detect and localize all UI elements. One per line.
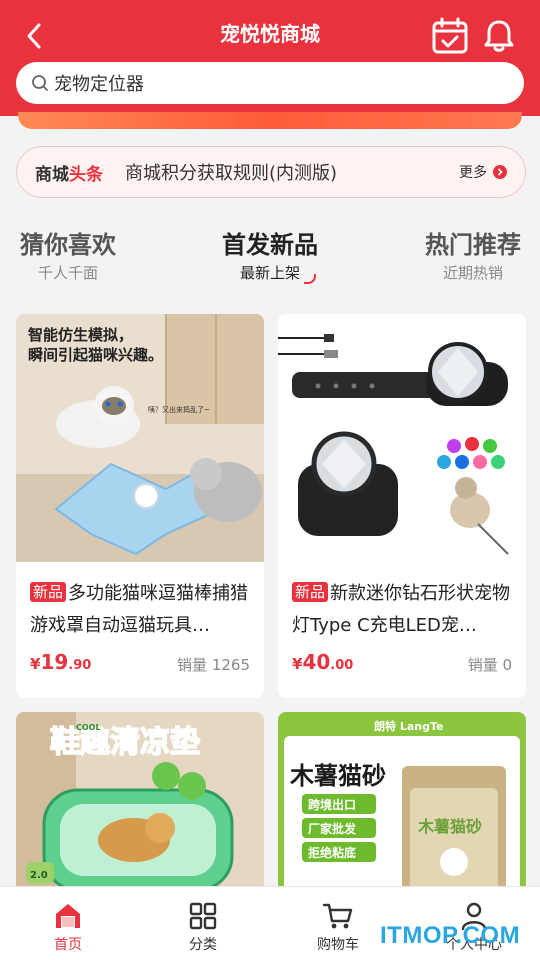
product-title[interactable]: 新品 新款迷你钻石形状宠物灯Type C充电LED宠… xyxy=(292,578,516,642)
notification-button[interactable] xyxy=(482,18,516,54)
image-title: 木薯猫砂 xyxy=(289,762,386,790)
tab-title: 首发新品 xyxy=(222,231,318,259)
sales-count: 销量 1265 xyxy=(177,656,250,674)
more-label: 更多 xyxy=(459,165,487,181)
image-brand: 朗特 LangTe xyxy=(374,719,443,733)
tab-hot-recommend[interactable]: 热门推荐 近期热销 xyxy=(420,228,526,284)
price-decimal: .00 xyxy=(330,658,354,673)
watermark: ITMOP.COM xyxy=(380,922,521,949)
product-card[interactable]: 鞋趣清凉垫 COOL 2.0 xyxy=(16,712,264,892)
product-title[interactable]: 新品 多功能猫咪逗猫棒捕猎游戏罩自动逗猫玩具… xyxy=(30,578,254,642)
checkin-calendar-button[interactable] xyxy=(430,16,470,56)
image-caption-1: 智能仿生模拟， xyxy=(28,326,133,344)
product-card[interactable]: 朗特 LangTe 木薯猫砂 跨境出口 厂家批发 拒绝粘底 木薯猫砂 xyxy=(278,712,526,892)
image-caption-3: 咦？又出来捣乱了~ xyxy=(148,405,210,414)
calendar-check-icon xyxy=(432,17,468,54)
nav-label: 分类 xyxy=(189,937,217,953)
image-caption-2: 瞬间引起猫咪兴趣。 xyxy=(28,346,163,364)
news-logo-part2: 头条 xyxy=(69,164,103,185)
nav-label: 首页 xyxy=(54,937,82,953)
home-icon xyxy=(56,904,80,928)
news-logo-part1: 商城 xyxy=(35,164,69,185)
new-badge: 新品 xyxy=(292,582,329,602)
search-icon xyxy=(32,75,48,91)
price-integer: 19 xyxy=(40,650,69,674)
image-caption-1: 鞋趣清凉垫 xyxy=(50,725,200,760)
image-point: 跨境出口 xyxy=(308,797,356,812)
price-decimal: .90 xyxy=(68,658,92,673)
product-image-cat-litter: 朗特 LangTe 木薯猫砂 跨境出口 厂家批发 拒绝粘底 木薯猫砂 xyxy=(278,712,526,892)
cart-icon xyxy=(322,903,353,929)
price-integer: 40 xyxy=(302,650,331,674)
product-image-pet-light xyxy=(278,314,526,562)
tab-title: 猜你喜欢 xyxy=(20,231,116,259)
image-point: 拒绝粘底 xyxy=(308,845,356,860)
image-caption-3: 2.0 xyxy=(30,870,48,881)
news-logo: 商城 头条 xyxy=(35,160,103,185)
news-headline[interactable]: 商城积分获取规则(内测版) xyxy=(125,159,337,185)
product-image-cooling-mat: 鞋趣清凉垫 COOL 2.0 xyxy=(16,712,264,892)
image-bag-label: 木薯猫砂 xyxy=(417,817,482,836)
product-image-cat-toy: 智能仿生模拟， 瞬间引起猫咪兴趣。 咦？又出来捣乱了~ xyxy=(16,314,264,562)
sales-count: 销量 0 xyxy=(467,656,512,674)
tab-subtitle: 千人千面 xyxy=(37,264,98,282)
search-input[interactable]: 宠物定位器 xyxy=(54,70,144,96)
nav-home[interactable]: 首页 xyxy=(28,887,108,955)
image-point: 厂家批发 xyxy=(308,821,357,836)
product-price: ¥40.00 xyxy=(292,650,353,674)
product-card[interactable]: 智能仿生模拟， 瞬间引起猫咪兴趣。 咦？又出来捣乱了~ 新品 多功能猫咪逗猫棒捕猎… xyxy=(16,314,264,698)
news-ticker[interactable]: 商城 头条 商城积分获取规则(内测版) 更多 xyxy=(16,146,526,198)
price-symbol: ¥ xyxy=(292,655,303,673)
nav-cart[interactable]: 购物车 xyxy=(298,887,378,955)
tab-guess-you-like[interactable]: 猜你喜欢 千人千面 xyxy=(16,228,120,284)
new-badge: 新品 xyxy=(30,582,67,602)
image-caption-2: COOL xyxy=(76,723,101,732)
more-link[interactable]: 更多 xyxy=(459,162,507,182)
app-header: 宠悦悦商城 宠物定位器 xyxy=(0,0,540,116)
bell-icon xyxy=(484,20,514,52)
search-bar[interactable]: 宠物定位器 xyxy=(16,62,524,104)
tab-title: 热门推荐 xyxy=(425,231,521,259)
nav-category[interactable]: 分类 xyxy=(163,887,243,955)
chevron-right-icon xyxy=(493,165,507,179)
tab-subtitle: 近期热销 xyxy=(442,264,503,282)
grid-icon xyxy=(189,902,217,930)
banner-carousel[interactable] xyxy=(18,112,522,129)
product-card[interactable]: 新品 新款迷你钻石形状宠物灯Type C充电LED宠… ¥40.00 销量 0 xyxy=(278,314,526,698)
nav-label: 购物车 xyxy=(317,937,359,953)
price-symbol: ¥ xyxy=(30,655,41,673)
product-price: ¥19.90 xyxy=(30,650,91,674)
